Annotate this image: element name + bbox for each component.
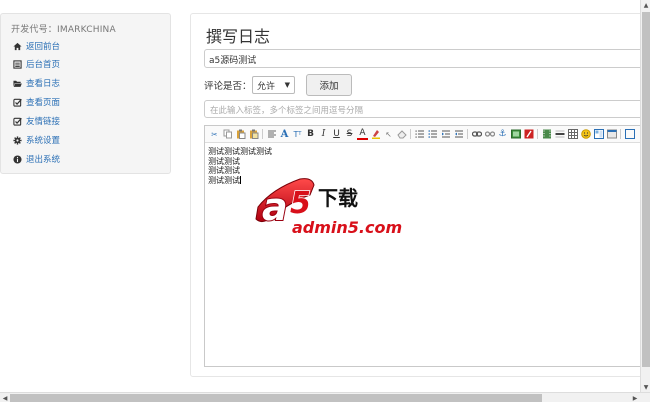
sidebar-item-label: 返回前台 xyxy=(26,42,61,52)
gear-icon xyxy=(13,135,22,145)
text-color-icon[interactable]: A xyxy=(357,128,368,140)
sidebar-item-links[interactable]: 友情链接 xyxy=(13,114,60,128)
strikethrough-icon[interactable]: S xyxy=(344,129,355,140)
sidebar-item-label: 系统设置 xyxy=(26,136,61,146)
edit-check-icon xyxy=(13,117,22,126)
template-icon[interactable] xyxy=(593,129,604,140)
comment-select[interactable]: 允许 ▼ xyxy=(252,76,295,94)
table-icon[interactable] xyxy=(567,129,578,140)
comment-select-value: 允许 xyxy=(257,81,276,92)
select-icon[interactable]: ↖ xyxy=(383,129,394,140)
horizontal-rule-icon[interactable] xyxy=(554,129,565,140)
paste-text-icon[interactable] xyxy=(248,129,259,140)
sidebar: 开发代号：IMARKCHINA 返回前台 后台首页 查看日志 查看页面 友情链接… xyxy=(0,13,171,174)
edit-check-icon xyxy=(13,98,22,107)
scroll-down-icon[interactable]: ▼ xyxy=(641,382,650,392)
svg-text:admin5.com: admin5.com xyxy=(292,218,402,237)
scroll-right-icon[interactable]: ▶ xyxy=(630,393,640,402)
sidebar-item-logout[interactable]: 退出系统 xyxy=(13,152,60,166)
font-size-icon[interactable]: TT xyxy=(292,129,303,140)
eraser-icon[interactable] xyxy=(396,129,407,140)
sidebar-item-dashboard[interactable]: 后台首页 xyxy=(13,57,60,71)
toolbar-separator xyxy=(467,129,468,139)
cut-icon[interactable]: ✂ xyxy=(209,129,220,140)
toolbar-separator xyxy=(537,129,538,139)
vertical-scrollbar[interactable]: ▲ ▼ xyxy=(640,0,650,392)
italic-icon[interactable]: I xyxy=(318,129,329,140)
rich-text-editor[interactable]: ✂ A TT B I U S A ↖ ⚓ 测试测试测试测试 测试测试 测试测试 … xyxy=(204,125,650,367)
sidebar-title: 开发代号：IMARKCHINA xyxy=(11,25,116,35)
sidebar-item-label: 查看页面 xyxy=(26,98,61,108)
link-icon[interactable] xyxy=(471,129,482,140)
post-title-input[interactable]: a5源码测试 xyxy=(204,49,650,68)
svg-text:5: 5 xyxy=(290,186,311,221)
page-title: 撰写日志 xyxy=(206,27,271,46)
editor-toolbar: ✂ A TT B I U S A ↖ ⚓ xyxy=(205,126,650,143)
paste-icon[interactable] xyxy=(235,129,246,140)
svg-text:a: a xyxy=(262,185,288,229)
comment-label: 评论是否： xyxy=(204,81,252,92)
horizontal-scroll-thumb[interactable] xyxy=(10,394,542,402)
vertical-scroll-thumb[interactable] xyxy=(642,12,650,367)
media-icon[interactable] xyxy=(541,129,552,140)
sidebar-item-view-logs[interactable]: 查看日志 xyxy=(13,76,60,90)
list-icon xyxy=(13,59,22,69)
sidebar-item-settings[interactable]: 系统设置 xyxy=(13,133,60,147)
anchor-icon[interactable]: ⚓ xyxy=(497,129,508,140)
toolbar-separator xyxy=(262,129,263,139)
info-icon xyxy=(13,154,22,164)
source-icon[interactable] xyxy=(606,129,617,140)
image-icon[interactable] xyxy=(510,129,521,140)
sidebar-item-home[interactable]: 返回前台 xyxy=(13,39,60,53)
fullscreen-icon[interactable] xyxy=(624,129,635,140)
sidebar-item-label: 查看日志 xyxy=(26,79,61,89)
tag-input[interactable]: 在此输入标签，多个标签之间用逗号分隔 xyxy=(204,100,650,118)
home-icon xyxy=(13,42,22,51)
copy-icon[interactable] xyxy=(222,129,233,140)
chevron-down-icon: ▼ xyxy=(284,81,290,89)
indent-icon[interactable] xyxy=(453,129,464,140)
unordered-list-icon[interactable] xyxy=(427,129,438,140)
sidebar-item-view-pages[interactable]: 查看页面 xyxy=(13,95,60,109)
align-icon[interactable] xyxy=(266,129,277,140)
sidebar-item-label: 友情链接 xyxy=(26,117,61,127)
editor-line-text: 测试测试 xyxy=(208,175,240,185)
text-cursor xyxy=(240,175,241,184)
font-icon[interactable]: A xyxy=(279,129,290,140)
bold-icon[interactable]: B xyxy=(305,129,316,140)
folder-open-icon xyxy=(13,79,22,88)
editor-line: 测试测试测试测试 xyxy=(208,147,272,156)
sidebar-item-label: 后台首页 xyxy=(26,60,61,70)
svg-text:下载: 下载 xyxy=(318,186,358,210)
highlight-color-icon[interactable] xyxy=(370,129,381,140)
toolbar-separator xyxy=(620,129,621,139)
a5-watermark-logo: a 5 下载 admin5.com xyxy=(252,173,404,239)
scroll-left-icon[interactable]: ◀ xyxy=(0,393,10,402)
scroll-up-icon[interactable]: ▲ xyxy=(641,0,650,10)
emoticon-icon[interactable] xyxy=(580,129,591,140)
underline-icon[interactable]: U xyxy=(331,129,342,140)
editor-line: 测试测试 xyxy=(208,156,240,166)
outdent-icon[interactable] xyxy=(440,129,451,140)
unlink-icon[interactable] xyxy=(484,129,495,140)
ordered-list-icon[interactable] xyxy=(414,129,425,140)
flash-icon[interactable] xyxy=(523,129,534,140)
add-button[interactable]: 添加 xyxy=(306,74,352,96)
horizontal-scrollbar[interactable]: ◀ ▶ xyxy=(0,392,650,402)
sidebar-item-label: 退出系统 xyxy=(26,155,61,165)
toolbar-separator xyxy=(410,129,411,139)
